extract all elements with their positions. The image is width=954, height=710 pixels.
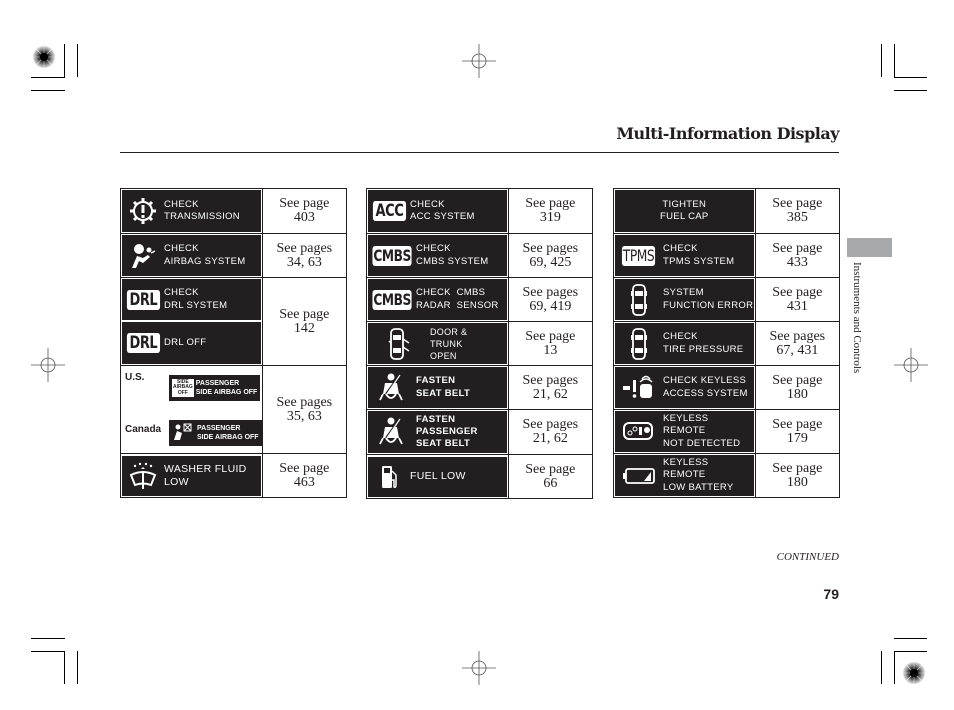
region-label: Canada <box>125 423 162 435</box>
message-text: FASTEN PASSENGER SEAT BELT <box>416 414 478 449</box>
page-number: 79 <box>823 586 839 602</box>
page-reference: See page 66 <box>507 454 594 499</box>
side-airbag-off-icon: SIDE AIRBAG OFF <box>172 378 194 398</box>
region-label: U.S. <box>125 372 145 383</box>
table-row: DOOR & TRUNK OPEN See page 13 <box>366 321 594 366</box>
airbag-icon <box>122 241 164 271</box>
page-reference: See pages 21, 62 <box>507 409 594 455</box>
message-text: CHECK CMBS RADAR SENSOR <box>416 287 499 311</box>
table-row: DRL CHECK DRL SYSTEM DRL DRL OFF See pag… <box>120 277 348 366</box>
washer-fluid-icon <box>122 461 164 491</box>
message-text: FUEL LOW <box>410 470 466 483</box>
message-text: PASSENGER SIDE AIRBAG OFF <box>195 380 258 396</box>
drl-icon: DRL <box>122 289 164 310</box>
registration-target-icon <box>903 662 925 684</box>
section-label: Instruments and Controls <box>851 262 863 374</box>
fuel-pump-icon <box>368 463 410 491</box>
page-title: Multi-Information Display <box>616 124 839 143</box>
car-top-view-icon <box>615 327 663 361</box>
side-airbag-off-symbol-icon <box>172 422 194 445</box>
message-text: DRL OFF <box>164 336 207 348</box>
message-table-1: CHECK TRANSMISSION See page 403 CHECK AI… <box>120 188 348 498</box>
table-row: CMBS CHECK CMBS SYSTEM See pages 69, 425 <box>366 233 594 278</box>
message-text: KEYLESS REMOTE LOW BATTERY <box>663 456 734 493</box>
transmission-gear-warning-icon <box>122 196 164 226</box>
message-text: KEYLESS REMOTE NOT DETECTED <box>663 412 741 449</box>
cmbs-icon: CMBS <box>372 245 412 266</box>
page-reference: See page 433 <box>754 233 841 278</box>
crosshair-mark-icon <box>462 44 496 78</box>
acc-icon: ACC <box>368 201 410 221</box>
message-text: FASTEN SEAT BELT <box>416 375 471 399</box>
table-row: FUEL LOW See page 66 <box>366 454 594 499</box>
page-reference: See pages 21, 62 <box>507 365 594 410</box>
message-text: CHECK TRANSMISSION <box>164 198 240 223</box>
message-text: SYSTEM FUNCTION ERROR <box>663 287 754 311</box>
table-row: U.S. SIDE AIRBAG OFF PASSENGER SIDE AIRB… <box>120 365 348 454</box>
message-text: CHECK TIRE PRESSURE <box>663 331 744 355</box>
message-text: CHECK AIRBAG SYSTEM <box>164 243 246 267</box>
crosshair-mark-icon <box>462 651 496 685</box>
message-table-3: TIGHTEN FUEL CAP See page 385 TPMS CHECK… <box>613 188 841 498</box>
header-rule <box>120 152 839 153</box>
message-text: CHECK TPMS SYSTEM <box>663 243 735 267</box>
table-row: CHECK AIRBAG SYSTEM See pages 34, 63 <box>120 233 348 278</box>
door-open-car-icon <box>368 327 430 361</box>
tpms-icon: TPMS <box>622 245 656 266</box>
page-reference: See page 180 <box>754 453 841 498</box>
crosshair-mark-icon <box>31 348 65 382</box>
car-top-view-icon <box>615 283 663 317</box>
page-reference: See pages 35, 63 <box>261 365 348 454</box>
table-row: CHECK TRANSMISSION See page 403 <box>120 188 348 234</box>
message-text: DOOR & TRUNK OPEN <box>430 326 468 361</box>
page-reference: See page 431 <box>754 277 841 322</box>
table-row: TIGHTEN FUEL CAP See page 385 <box>613 188 841 234</box>
message-text: PASSENGER SIDE AIRBAG OFF <box>197 425 259 441</box>
table-row: KEYLESS REMOTE NOT DETECTED See page 179 <box>613 409 841 454</box>
message-text: CHECK CMBS SYSTEM <box>416 243 489 267</box>
table-row: FASTEN PASSENGER SEAT BELT See pages 21,… <box>366 409 594 455</box>
table-row: KEYLESS REMOTE LOW BATTERY See page 180 <box>613 453 841 498</box>
page-reference: See page 179 <box>754 409 841 454</box>
page-reference: See page 463 <box>261 453 348 498</box>
message-text: WASHER FLUID LOW <box>164 463 247 488</box>
message-text: CHECK DRL SYSTEM <box>164 287 228 311</box>
continued-label: CONTINUED <box>776 551 839 563</box>
seat-belt-icon <box>368 416 416 448</box>
page-reference: See pages 69, 425 <box>507 233 594 278</box>
page-reference: See pages 69, 419 <box>507 277 594 322</box>
registration-target-icon <box>33 46 55 68</box>
page-reference: See page 180 <box>754 365 841 410</box>
drl-icon: DRL <box>122 333 164 353</box>
page-reference: See page 142 <box>261 277 348 366</box>
table-row: WASHER FLUID LOW See page 463 <box>120 453 348 498</box>
message-text: CHECK KEYLESS ACCESS SYSTEM <box>663 375 748 399</box>
message-text: TIGHTEN FUEL CAP <box>660 198 709 223</box>
table-row: CMBS CHECK CMBS RADAR SENSOR See pages 6… <box>366 277 594 322</box>
page-reference: See page 385 <box>754 188 841 234</box>
cmbs-icon: CMBS <box>372 289 412 310</box>
crosshair-mark-icon <box>894 348 928 382</box>
page-reference: See pages 67, 431 <box>754 321 841 366</box>
keyless-remote-icon <box>615 420 663 444</box>
table-row: ACC CHECK ACC SYSTEM See page 319 <box>366 188 594 234</box>
table-row: SYSTEM FUNCTION ERROR See page 431 <box>613 277 841 322</box>
table-row: TPMS CHECK TPMS SYSTEM See page 433 <box>613 233 841 278</box>
keyless-access-icon <box>615 374 663 402</box>
message-table-2: ACC CHECK ACC SYSTEM See page 319 CMBS C… <box>366 188 594 499</box>
low-battery-icon <box>615 467 663 485</box>
table-row: CHECK TIRE PRESSURE See pages 67, 431 <box>613 321 841 366</box>
page-reference: See page 403 <box>261 188 348 234</box>
page-reference: See page 13 <box>507 321 594 366</box>
table-row: FASTEN SEAT BELT See pages 21, 62 <box>366 365 594 410</box>
section-tab <box>847 238 892 257</box>
table-row: CHECK KEYLESS ACCESS SYSTEM See page 180 <box>613 365 841 410</box>
page-reference: See page 319 <box>507 188 594 234</box>
seat-belt-icon <box>368 372 416 404</box>
page-reference: See pages 34, 63 <box>261 233 348 278</box>
message-text: CHECK ACC SYSTEM <box>410 198 475 223</box>
